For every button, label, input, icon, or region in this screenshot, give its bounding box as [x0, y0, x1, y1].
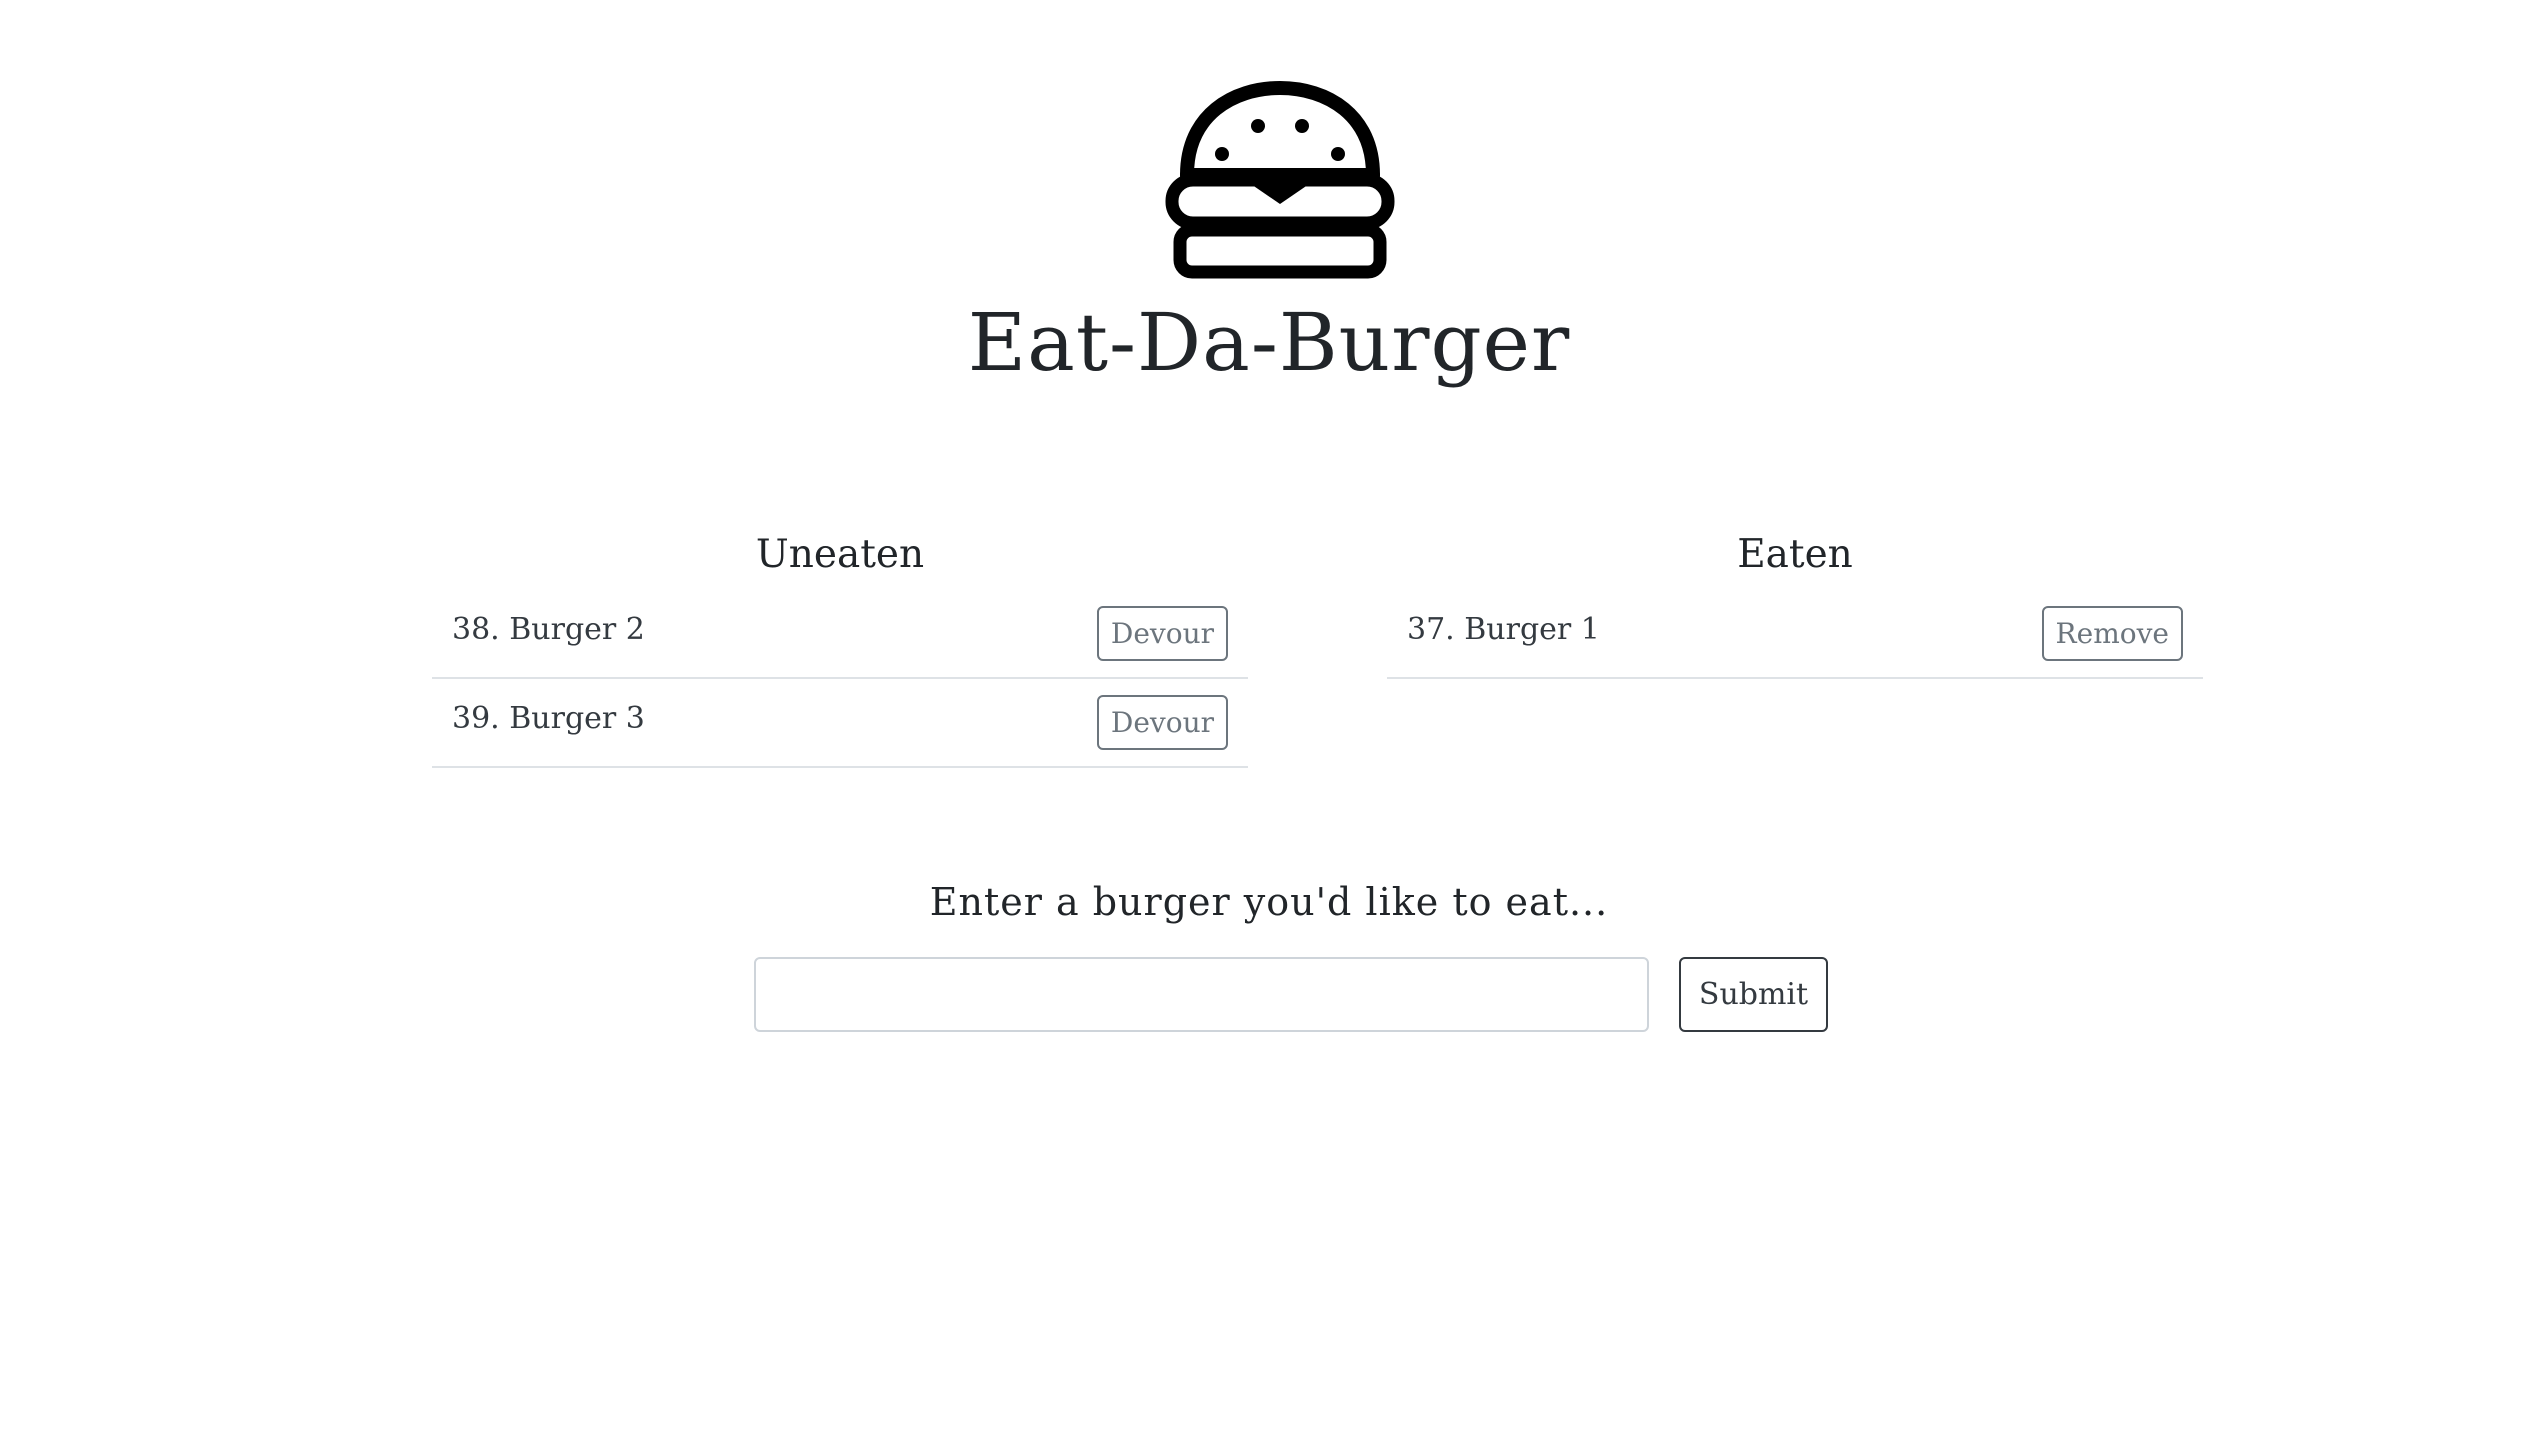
- page: Eat-Da-Burger Uneaten 38. Burger 2 Devou…: [0, 0, 2538, 1438]
- burger-icon: [1165, 80, 1395, 279]
- burger-label: 38. Burger 2: [452, 612, 645, 647]
- burger-name-input[interactable]: [754, 957, 1649, 1032]
- burger-label: 39. Burger 3: [452, 701, 645, 736]
- list-item: 37. Burger 1 Remove: [1387, 590, 2203, 679]
- submit-button[interactable]: Submit: [1679, 957, 1828, 1032]
- app-title: Eat-Da-Burger: [967, 296, 1571, 389]
- burger-form-label: Enter a burger you'd like to eat...: [929, 880, 1609, 924]
- uneaten-heading: Uneaten: [755, 532, 925, 577]
- burger-label: 37. Burger 1: [1407, 612, 1600, 647]
- uneaten-column: Uneaten 38. Burger 2 Devour 39. Burger 3…: [432, 520, 1248, 768]
- eaten-heading: Eaten: [1737, 532, 1853, 577]
- remove-button[interactable]: Remove: [2041, 606, 2183, 661]
- list-item: 38. Burger 2 Devour: [432, 590, 1248, 679]
- eaten-column: Eaten 37. Burger 1 Remove: [1387, 520, 2203, 679]
- devour-button[interactable]: Devour: [1096, 606, 1228, 661]
- devour-button[interactable]: Devour: [1096, 695, 1228, 750]
- list-item: 39. Burger 3 Devour: [432, 679, 1248, 768]
